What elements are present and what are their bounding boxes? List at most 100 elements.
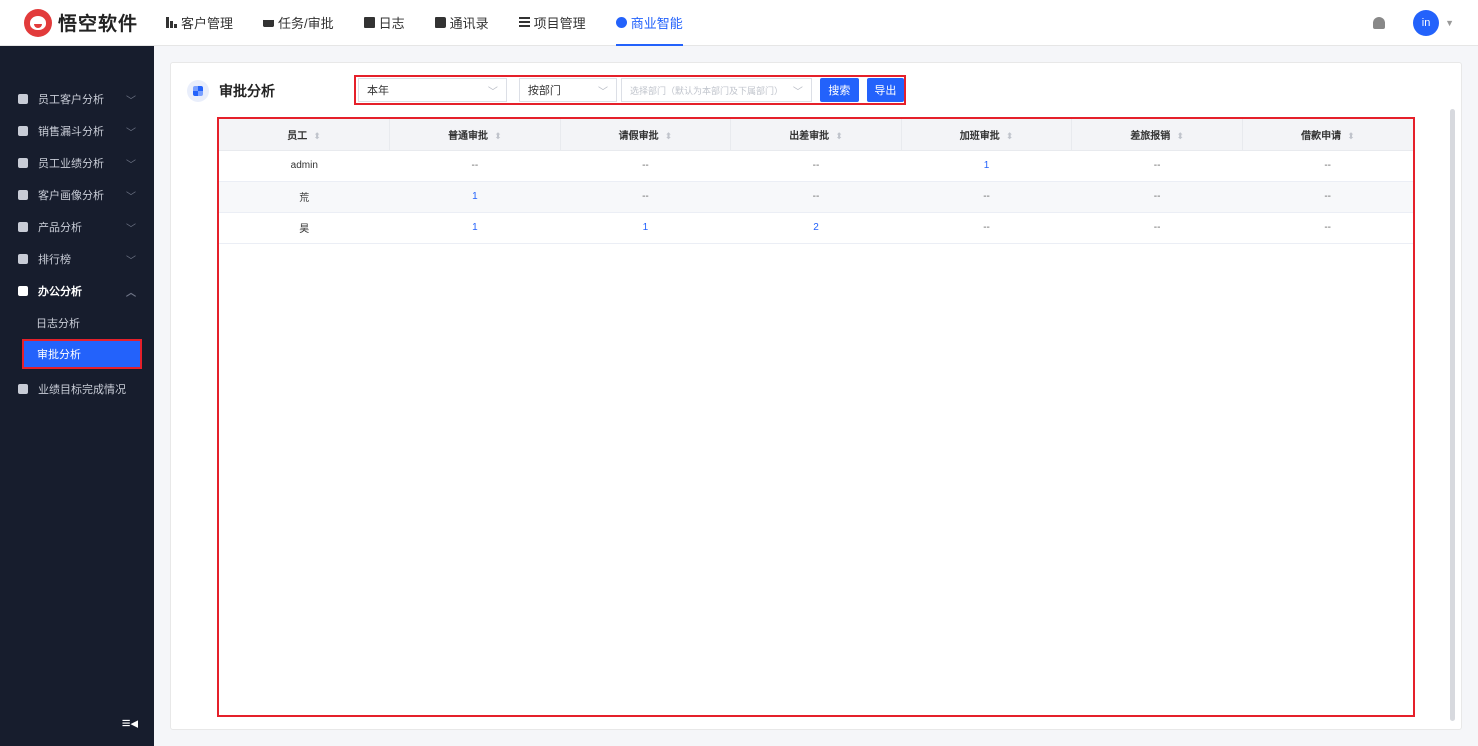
user-icon xyxy=(18,94,28,104)
bi-shield-icon xyxy=(615,17,627,28)
nav-customer-management[interactable]: 客户管理 xyxy=(166,0,233,46)
table-cell-link[interactable]: 1 xyxy=(389,181,561,213)
column-header[interactable]: 借款申请 ⬍ xyxy=(1242,119,1413,151)
chevron-down-icon: ﹀ xyxy=(487,86,498,98)
export-button[interactable]: 导出 xyxy=(866,78,904,102)
table-cell: 昊 xyxy=(219,212,390,244)
briefcase-icon xyxy=(263,18,275,27)
table-cell: -- xyxy=(560,150,731,182)
chevron-down-icon[interactable]: ▼ xyxy=(1445,18,1454,28)
chevron-down-icon: ﹀ xyxy=(126,159,136,171)
table-cell: 荒 xyxy=(219,181,390,213)
sort-icon: ⬍ xyxy=(1176,130,1184,141)
nav-log[interactable]: 日志 xyxy=(363,0,405,46)
main-nav: 客户管理 任务/审批 日志 通讯录 项目管理 商业智能 xyxy=(166,0,713,46)
page-title: 审批分析 xyxy=(219,83,275,99)
sidebar-item-employee-customer[interactable]: 员工客户分析 ﹀ xyxy=(0,83,154,115)
time-range-select[interactable]: 本年 ﹀ xyxy=(358,78,507,102)
nav-contacts[interactable]: 通讯录 xyxy=(434,0,489,46)
table-cell: -- xyxy=(560,181,731,213)
scope-select[interactable]: 按部门 ﹀ xyxy=(518,78,617,102)
approval-table: 员工 ⬍ 普通审批 ⬍ 请假审批 ⬍ 出差审批 ⬍ 加班审批 ⬍ 差旅报销 ⬍ 借款申请 ⬍ … xyxy=(217,117,1415,717)
table-cell: -- xyxy=(730,181,902,213)
sort-icon: ⬍ xyxy=(494,130,502,141)
analysis-icon xyxy=(187,80,209,102)
table-cell-link[interactable]: 1 xyxy=(901,150,1072,182)
table-cell: -- xyxy=(901,181,1072,213)
chevron-down-icon: ﹀ xyxy=(792,86,803,98)
table-cell: admin xyxy=(219,150,390,182)
sidebar-subitem-approval-analysis[interactable]: 审批分析 xyxy=(22,339,142,369)
table-cell: -- xyxy=(901,212,1072,244)
table-cell: -- xyxy=(389,150,561,182)
nav-project-management[interactable]: 项目管理 xyxy=(518,0,586,46)
sort-icon: ⬍ xyxy=(1347,130,1355,141)
table-cell: -- xyxy=(1242,181,1413,213)
sort-icon: ⬍ xyxy=(1005,130,1014,141)
table-cell: -- xyxy=(730,150,902,182)
column-header[interactable]: 普通审批 ⬍ xyxy=(389,119,561,151)
users-icon xyxy=(18,190,28,200)
chevron-up-icon: ︿ xyxy=(126,287,136,299)
department-select[interactable]: 选择部门（默认为本部门及下属部门） ﹀ xyxy=(620,78,812,102)
sidebar-item-office[interactable]: 办公分析 ︿ xyxy=(0,275,154,307)
target-icon xyxy=(18,384,28,394)
project-icon xyxy=(518,17,530,28)
sidebar-item-employee-performance[interactable]: 员工业绩分析 ﹀ xyxy=(0,147,154,179)
contacts-icon xyxy=(434,17,446,28)
top-bar: 悟空软件 客户管理 任务/审批 日志 通讯录 项目管理 商业智能 in ▼ xyxy=(0,0,1478,46)
column-header[interactable]: 加班审批 ⬍ xyxy=(901,119,1073,151)
sort-icon: ⬍ xyxy=(313,130,321,141)
sidebar-subitem-log-analysis[interactable]: 日志分析 xyxy=(0,307,154,339)
chevron-down-icon: ﹀ xyxy=(597,86,608,98)
nav-business-intelligence[interactable]: 商业智能 xyxy=(615,0,683,46)
chevron-down-icon: ﹀ xyxy=(126,191,136,203)
column-header[interactable]: 出差审批 ⬍ xyxy=(730,119,902,151)
table-cell: -- xyxy=(1071,150,1243,182)
table-row[interactable]: admin -- -- -- 1 -- -- xyxy=(219,150,1413,182)
filter-bar: 本年 ﹀ 按部门 ﹀ 选择部门（默认为本部门及下属部门） ﹀ 搜索 导出 xyxy=(354,75,906,105)
user-avatar[interactable]: in xyxy=(1413,9,1440,36)
bell-icon[interactable] xyxy=(1373,16,1386,29)
brand-name: 悟空软件 xyxy=(58,14,139,35)
sidebar-item-sales-funnel[interactable]: 销售漏斗分析 ﹀ xyxy=(0,115,154,147)
brand-logo[interactable]: 悟空软件 xyxy=(24,8,156,37)
vertical-scrollbar[interactable] xyxy=(1450,109,1455,721)
column-header[interactable]: 差旅报销 ⬍ xyxy=(1071,119,1243,151)
sidebar-item-ranking[interactable]: 排行榜 ﹀ xyxy=(0,243,154,275)
briefcase-icon xyxy=(18,286,28,296)
sidebar-item-target-completion[interactable]: 业绩目标完成情况 xyxy=(0,373,154,405)
product-icon xyxy=(18,222,28,232)
main-card: 审批分析 本年 ﹀ 按部门 ﹀ 选择部门（默认为本部门及下属部门） ﹀ 搜索 导出 员… xyxy=(170,62,1462,730)
table-cell: -- xyxy=(1071,212,1243,244)
table-cell-link[interactable]: 1 xyxy=(560,212,731,244)
trophy-icon xyxy=(18,254,28,264)
chevron-down-icon: ﹀ xyxy=(126,255,136,267)
sort-icon: ⬍ xyxy=(835,130,843,141)
chevron-down-icon: ﹀ xyxy=(126,127,136,139)
table-cell: -- xyxy=(1242,150,1413,182)
collapse-sidebar-icon[interactable]: ≡◂ xyxy=(122,714,138,732)
chevron-down-icon: ﹀ xyxy=(126,95,136,107)
table-header-row: 员工 ⬍ 普通审批 ⬍ 请假审批 ⬍ 出差审批 ⬍ 加班审批 ⬍ 差旅报销 ⬍ 借款申请 ⬍ xyxy=(219,119,1413,151)
search-button[interactable]: 搜索 xyxy=(819,78,859,102)
sort-icon: ⬍ xyxy=(664,130,673,141)
bar-chart-icon xyxy=(18,158,28,168)
log-icon xyxy=(363,17,375,28)
chevron-down-icon: ﹀ xyxy=(126,223,136,235)
monkey-logo-icon xyxy=(24,8,52,37)
sidebar: 员工客户分析 ﹀ 销售漏斗分析 ﹀ 员工业绩分析 ﹀ 客户画像分析 ﹀ 产品分析 ﹀ 排行… xyxy=(0,46,154,746)
nav-task-approval[interactable]: 任务/审批 xyxy=(263,0,334,46)
funnel-icon xyxy=(18,126,28,136)
building-icon xyxy=(166,17,177,28)
column-header[interactable]: 请假审批 ⬍ xyxy=(560,119,732,151)
table-cell-link[interactable]: 1 xyxy=(389,212,561,244)
table-cell-link[interactable]: 2 xyxy=(730,212,902,244)
sidebar-item-customer-portrait[interactable]: 客户画像分析 ﹀ xyxy=(0,179,154,211)
table-cell: -- xyxy=(1071,181,1243,213)
column-header[interactable]: 员工 ⬍ xyxy=(219,119,391,151)
table-cell: -- xyxy=(1242,212,1413,244)
table-row[interactable]: 荒 1 -- -- -- -- -- xyxy=(219,181,1413,213)
table-row[interactable]: 昊 1 1 2 -- -- -- xyxy=(219,212,1413,244)
sidebar-item-product[interactable]: 产品分析 ﹀ xyxy=(0,211,154,243)
